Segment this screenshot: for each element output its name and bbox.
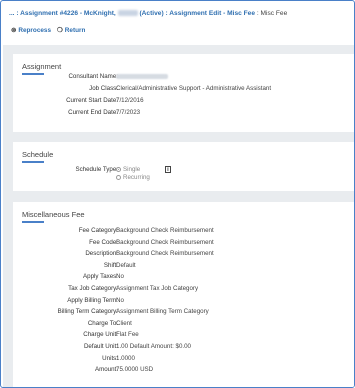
title-underline: [22, 221, 44, 223]
radio-single-label: Single: [123, 166, 141, 173]
fee-field-value: Assignment Billing Term Category: [116, 308, 209, 316]
field-label: Current End Date:: [68, 109, 118, 116]
breadcrumb-current: : Misc Fee: [256, 10, 288, 17]
fee-field-label: Apply Billing Term:: [67, 296, 118, 304]
fee-field-value: Flat Fee: [116, 331, 139, 339]
fee-field-label: Fee Category:: [78, 227, 118, 234]
fee-field-row: Charge To: Client: [13, 320, 354, 329]
fee-field-label: Description:: [85, 250, 118, 258]
fee-field-row: Billing Term Category: Assignment Billing…: [13, 308, 354, 317]
fee-field-value: 1.00 Default Amount: $0.00: [116, 343, 191, 350]
fee-field-value: Background Check Reimbursement: [116, 227, 214, 234]
reprocess-label: Reprocess: [18, 26, 52, 34]
fee-field-value: 75.0000 USD: [116, 366, 154, 374]
fee-field-row: Units: 1.0000: [13, 355, 354, 364]
redacted-name: [117, 10, 138, 17]
reprocess-button[interactable]: ⊚ Reprocess: [11, 26, 52, 35]
field-label: Consultant Name:: [68, 73, 118, 80]
return-button[interactable]: ❍ Return: [57, 26, 86, 35]
schedule-type-label: Schedule Type:: [75, 166, 118, 173]
fee-field-label: Billing Term Category:: [57, 308, 118, 316]
fee-field-row: Description: Background Check Reimburseme…: [13, 250, 354, 259]
fee-field-value: Background Check Reimbursement: [116, 238, 214, 246]
field-value: 7/7/2023: [116, 109, 141, 116]
fee-field-row: Default Unit: 1.00 Default Amount: $0.00: [13, 343, 354, 352]
field-value: 7/12/2016: [116, 97, 144, 104]
radio-button[interactable]: [116, 174, 121, 180]
fee-field-value: Default: [116, 261, 136, 269]
field-value: Clerical/Administrative Support - Admini…: [116, 85, 272, 92]
fee-field-row: Apply Taxes: No: [13, 273, 354, 282]
field-label: Current Start Date:: [66, 97, 118, 104]
fee-field-value: No: [116, 273, 124, 281]
title-underline: [22, 161, 44, 163]
fee-field-value: Client: [116, 319, 132, 327]
fee-field-value: Assignment Tax Job Category: [116, 285, 199, 292]
misc-fee-title: Miscellaneous Fee: [22, 210, 85, 219]
fee-field-label: Fee Code:: [89, 238, 118, 246]
consultant-name-value: [116, 73, 168, 80]
assignment-title: Assignment: [22, 62, 62, 71]
assignment-card: Assignment Consultant Name: Job Class: C…: [13, 54, 354, 132]
radio-single[interactable]: Single: [116, 166, 140, 173]
fee-field-row: Apply Billing Term: No: [13, 297, 354, 306]
fee-field-value: Background Check Reimbursement: [116, 250, 214, 258]
fee-field-label: Amount:: [94, 366, 118, 374]
field-label: Job Class:: [89, 85, 118, 92]
breadcrumb-status[interactable]: (Active): [139, 10, 163, 17]
fee-field-row: Tax Job Category: Assignment Tax Job Cate…: [13, 285, 354, 294]
fee-field-label: Tax Job Category:: [68, 285, 118, 292]
fee-field-row: Shift: Default: [13, 262, 354, 271]
breadcrumb-edit-link[interactable]: : Assignment Edit - Misc Fee: [165, 10, 255, 17]
return-label: Return: [64, 26, 86, 34]
field-row: Current Start Date: 7/12/2016: [13, 97, 354, 106]
refresh-icon: ⊚: [11, 27, 17, 34]
fee-field-row: Fee Category: Background Check Reimbursem…: [13, 227, 354, 236]
fee-field-label: Default Unit:: [83, 343, 118, 350]
field-row: Current End Date: 7/7/2023: [13, 109, 354, 118]
fee-field-label: Charge Unit:: [83, 331, 118, 339]
radio-recurring[interactable]: Recurring: [116, 174, 150, 181]
fee-field-value: 1.0000: [116, 354, 135, 362]
breadcrumb-prefix[interactable]: ... :: [9, 10, 19, 17]
radio-recurring-label: Recurring: [123, 174, 150, 181]
field-row: Job Class: Clerical/Administrative Suppo…: [13, 85, 354, 94]
return-icon: ❍: [57, 27, 63, 34]
redacted-value: [116, 73, 168, 79]
schedule-card: Schedule Schedule Type: Single i Recurri…: [13, 142, 354, 191]
fee-field-value: No: [116, 296, 124, 304]
fee-field-label: Apply Taxes:: [83, 273, 118, 281]
schedule-title: Schedule: [22, 150, 54, 159]
info-icon[interactable]: i: [165, 166, 171, 173]
schedule-type-row-2: Recurring: [13, 174, 354, 183]
fee-field-row: Charge Unit: Flat Fee: [13, 331, 354, 340]
action-bar: ⊚ Reprocess ❍ Return: [11, 26, 86, 35]
fee-field-row: Amount: 75.0000 USD: [13, 366, 354, 375]
field-row: Consultant Name:: [13, 73, 354, 82]
radio-button-checked[interactable]: [116, 166, 121, 172]
breadcrumb: ... : Assignment #4226 - McKnight, (Acti…: [9, 10, 287, 17]
window-frame: ... : Assignment #4226 - McKnight, (Acti…: [0, 0, 355, 388]
misc-fee-card: Miscellaneous Fee Fee Category: Backgroun…: [13, 202, 354, 387]
fee-field-row: Fee Code: Background Check Reimbursement: [13, 239, 354, 248]
fee-field-label: Charge To:: [87, 319, 118, 327]
breadcrumb-assignment-link[interactable]: Assignment #4226 - McKnight,: [20, 10, 116, 17]
